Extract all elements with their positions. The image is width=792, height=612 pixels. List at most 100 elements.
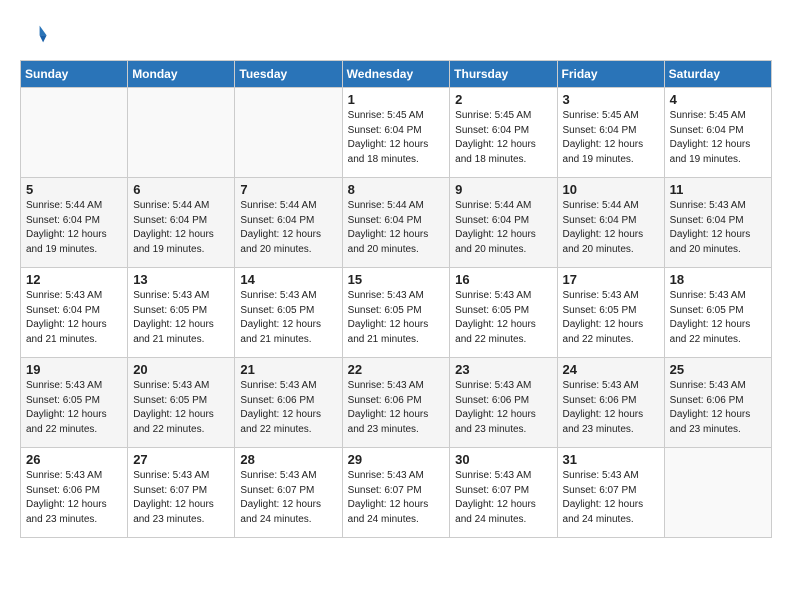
calendar-week-row: 19 Sunrise: 5:43 AM Sunset: 6:05 PM Dayli… (21, 358, 772, 448)
day-number: 19 (26, 362, 122, 377)
calendar-cell: 29 Sunrise: 5:43 AM Sunset: 6:07 PM Dayli… (342, 448, 450, 538)
day-number: 12 (26, 272, 122, 287)
calendar-cell: 16Sunrise: 5:43 AM Sunset: 6:05 PM Dayli… (450, 268, 557, 358)
day-info: Sunrise: 5:43 AM Sunset: 6:07 PM Dayligh… (348, 469, 445, 527)
weekday-header-sunday: Sunday (21, 61, 128, 88)
calendar-cell: 25 Sunrise: 5:43 AM Sunset: 6:06 PM Dayli… (664, 358, 771, 448)
calendar-cell: 2 Sunrise: 5:45 AM Sunset: 6:04 PM Daylig… (450, 88, 557, 178)
calendar-week-row: 1 Sunrise: 5:45 AM Sunset: 6:04 PM Daylig… (21, 88, 772, 178)
calendar-cell (128, 88, 235, 178)
calendar-page: SundayMondayTuesdayWednesdayThursdayFrid… (0, 0, 792, 548)
day-info: Sunrise: 5:43 AM Sunset: 6:05 PM Dayligh… (670, 289, 766, 347)
day-info: Sunrise: 5:45 AM Sunset: 6:04 PM Dayligh… (348, 109, 445, 167)
day-info: Sunrise: 5:43 AM Sunset: 6:05 PM Dayligh… (133, 289, 229, 347)
header (20, 20, 772, 48)
calendar-cell: 24 Sunrise: 5:43 AM Sunset: 6:06 PM Dayli… (557, 358, 664, 448)
day-number: 5 (26, 182, 122, 197)
calendar-cell: 26 Sunrise: 5:43 AM Sunset: 6:06 PM Dayli… (21, 448, 128, 538)
day-number: 13 (133, 272, 229, 287)
day-number: 26 (26, 452, 122, 467)
calendar-cell: 27 Sunrise: 5:43 AM Sunset: 6:07 PM Dayli… (128, 448, 235, 538)
day-number: 31 (563, 452, 659, 467)
calendar-cell: 1 Sunrise: 5:45 AM Sunset: 6:04 PM Daylig… (342, 88, 450, 178)
calendar-cell: 21 Sunrise: 5:43 AM Sunset: 6:06 PM Dayli… (235, 358, 342, 448)
day-number: 4 (670, 92, 766, 107)
day-info: Sunrise: 5:43 AM Sunset: 6:07 PM Dayligh… (240, 469, 336, 527)
day-info: Sunrise: 5:43 AM Sunset: 6:04 PM Dayligh… (670, 199, 766, 257)
day-info: Sunrise: 5:43 AM Sunset: 6:06 PM Dayligh… (26, 469, 122, 527)
weekday-header-thursday: Thursday (450, 61, 557, 88)
day-info: Sunrise: 5:44 AM Sunset: 6:04 PM Dayligh… (133, 199, 229, 257)
day-info: Sunrise: 5:45 AM Sunset: 6:04 PM Dayligh… (563, 109, 659, 167)
day-info: Sunrise: 5:43 AM Sunset: 6:06 PM Dayligh… (455, 379, 551, 437)
day-info: Sunrise: 5:43 AM Sunset: 6:05 PM Dayligh… (133, 379, 229, 437)
calendar-cell: 6 Sunrise: 5:44 AM Sunset: 6:04 PM Daylig… (128, 178, 235, 268)
day-number: 7 (240, 182, 336, 197)
day-number: 2 (455, 92, 551, 107)
weekday-header-tuesday: Tuesday (235, 61, 342, 88)
day-number: 8 (348, 182, 445, 197)
calendar-cell: 30 Sunrise: 5:43 AM Sunset: 6:07 PM Dayli… (450, 448, 557, 538)
day-number: 1 (348, 92, 445, 107)
day-info: Sunrise: 5:44 AM Sunset: 6:04 PM Dayligh… (26, 199, 122, 257)
calendar-cell: 10 Sunrise: 5:44 AM Sunset: 6:04 PM Dayli… (557, 178, 664, 268)
day-info: Sunrise: 5:43 AM Sunset: 6:04 PM Dayligh… (26, 289, 122, 347)
day-number: 24 (563, 362, 659, 377)
day-info: Sunrise: 5:43 AM Sunset: 6:05 PM Dayligh… (26, 379, 122, 437)
day-number: 28 (240, 452, 336, 467)
weekday-header-monday: Monday (128, 61, 235, 88)
day-number: 22 (348, 362, 445, 377)
calendar-cell: 23 Sunrise: 5:43 AM Sunset: 6:06 PM Dayli… (450, 358, 557, 448)
day-number: 6 (133, 182, 229, 197)
day-info: Sunrise: 5:43 AM Sunset: 6:07 PM Dayligh… (455, 469, 551, 527)
day-info: Sunrise: 5:44 AM Sunset: 6:04 PM Dayligh… (348, 199, 445, 257)
calendar-cell: 22Sunrise: 5:43 AM Sunset: 6:06 PM Dayli… (342, 358, 450, 448)
day-info: Sunrise: 5:43 AM Sunset: 6:06 PM Dayligh… (240, 379, 336, 437)
day-number: 29 (348, 452, 445, 467)
day-number: 20 (133, 362, 229, 377)
calendar-cell: 13 Sunrise: 5:43 AM Sunset: 6:05 PM Dayli… (128, 268, 235, 358)
day-number: 3 (563, 92, 659, 107)
day-info: Sunrise: 5:43 AM Sunset: 6:06 PM Dayligh… (563, 379, 659, 437)
day-info: Sunrise: 5:43 AM Sunset: 6:07 PM Dayligh… (133, 469, 229, 527)
calendar-cell: 7 Sunrise: 5:44 AM Sunset: 6:04 PM Daylig… (235, 178, 342, 268)
day-info: Sunrise: 5:43 AM Sunset: 6:07 PM Dayligh… (563, 469, 659, 527)
calendar-header: SundayMondayTuesdayWednesdayThursdayFrid… (21, 61, 772, 88)
calendar-cell (21, 88, 128, 178)
weekday-header-wednesday: Wednesday (342, 61, 450, 88)
calendar-cell: 9Sunrise: 5:44 AM Sunset: 6:04 PM Daylig… (450, 178, 557, 268)
day-info: Sunrise: 5:44 AM Sunset: 6:04 PM Dayligh… (455, 199, 551, 257)
calendar-cell: 5 Sunrise: 5:44 AM Sunset: 6:04 PM Daylig… (21, 178, 128, 268)
day-info: Sunrise: 5:43 AM Sunset: 6:05 PM Dayligh… (455, 289, 551, 347)
day-number: 25 (670, 362, 766, 377)
day-number: 18 (670, 272, 766, 287)
day-number: 30 (455, 452, 551, 467)
calendar-cell: 12 Sunrise: 5:43 AM Sunset: 6:04 PM Dayli… (21, 268, 128, 358)
calendar-cell (235, 88, 342, 178)
day-info: Sunrise: 5:44 AM Sunset: 6:04 PM Dayligh… (563, 199, 659, 257)
weekday-header-friday: Friday (557, 61, 664, 88)
day-info: Sunrise: 5:44 AM Sunset: 6:04 PM Dayligh… (240, 199, 336, 257)
day-info: Sunrise: 5:43 AM Sunset: 6:06 PM Dayligh… (670, 379, 766, 437)
calendar-cell: 20 Sunrise: 5:43 AM Sunset: 6:05 PM Dayli… (128, 358, 235, 448)
day-info: Sunrise: 5:45 AM Sunset: 6:04 PM Dayligh… (455, 109, 551, 167)
weekday-header-row: SundayMondayTuesdayWednesdayThursdayFrid… (21, 61, 772, 88)
weekday-header-saturday: Saturday (664, 61, 771, 88)
calendar-cell: 18 Sunrise: 5:43 AM Sunset: 6:05 PM Dayli… (664, 268, 771, 358)
day-number: 23 (455, 362, 551, 377)
calendar-week-row: 12 Sunrise: 5:43 AM Sunset: 6:04 PM Dayli… (21, 268, 772, 358)
day-number: 10 (563, 182, 659, 197)
calendar-cell: 15Sunrise: 5:43 AM Sunset: 6:05 PM Dayli… (342, 268, 450, 358)
day-number: 17 (563, 272, 659, 287)
day-number: 21 (240, 362, 336, 377)
logo (20, 20, 52, 48)
calendar-body: 1 Sunrise: 5:45 AM Sunset: 6:04 PM Daylig… (21, 88, 772, 538)
day-info: Sunrise: 5:43 AM Sunset: 6:05 PM Dayligh… (563, 289, 659, 347)
calendar-cell: 14Sunrise: 5:43 AM Sunset: 6:05 PM Dayli… (235, 268, 342, 358)
calendar-cell: 17 Sunrise: 5:43 AM Sunset: 6:05 PM Dayli… (557, 268, 664, 358)
day-info: Sunrise: 5:43 AM Sunset: 6:05 PM Dayligh… (348, 289, 445, 347)
day-number: 11 (670, 182, 766, 197)
calendar-week-row: 26 Sunrise: 5:43 AM Sunset: 6:06 PM Dayli… (21, 448, 772, 538)
calendar-cell: 8 Sunrise: 5:44 AM Sunset: 6:04 PM Daylig… (342, 178, 450, 268)
day-number: 27 (133, 452, 229, 467)
